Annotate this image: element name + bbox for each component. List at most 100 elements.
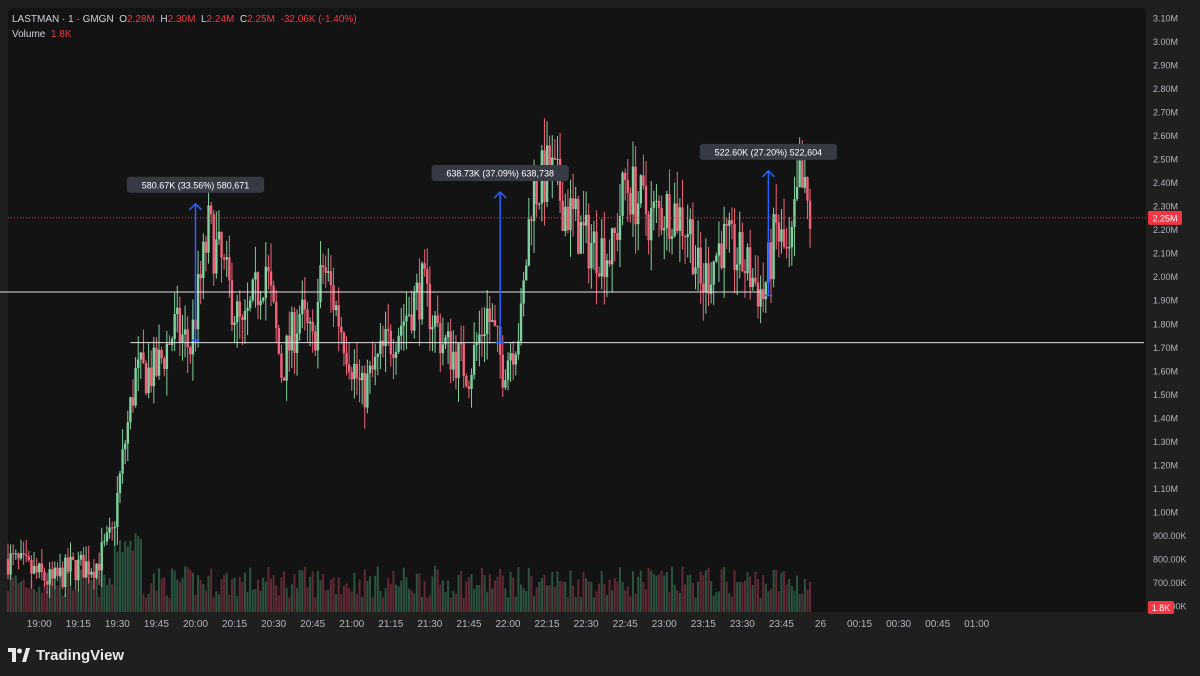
candle-body[interactable] bbox=[785, 246, 788, 249]
candle-body[interactable] bbox=[191, 319, 195, 355]
candle-body[interactable] bbox=[470, 374, 473, 390]
candle-body[interactable] bbox=[652, 201, 656, 208]
candle-body[interactable] bbox=[212, 214, 215, 274]
candle-body[interactable] bbox=[53, 567, 57, 579]
candle-body[interactable] bbox=[340, 326, 343, 333]
candle-body[interactable] bbox=[452, 351, 455, 370]
candle-body[interactable] bbox=[676, 203, 679, 231]
candle-body[interactable] bbox=[186, 329, 189, 348]
candle-body[interactable] bbox=[243, 310, 247, 320]
candle-body[interactable] bbox=[308, 321, 312, 324]
candle-body[interactable] bbox=[311, 321, 314, 332]
candle-body[interactable] bbox=[113, 527, 116, 529]
candle-body[interactable] bbox=[277, 328, 281, 354]
candle-body[interactable] bbox=[321, 265, 325, 268]
candle-body[interactable] bbox=[504, 380, 507, 388]
candle-body[interactable] bbox=[722, 223, 726, 268]
candle-body[interactable] bbox=[413, 292, 416, 331]
candle-body[interactable] bbox=[746, 247, 749, 274]
candle-body[interactable] bbox=[621, 172, 624, 217]
candle-body[interactable] bbox=[394, 351, 398, 358]
candle-body[interactable] bbox=[6, 558, 10, 575]
candle-body[interactable] bbox=[275, 301, 278, 329]
candle-body[interactable] bbox=[400, 325, 403, 336]
candle-body[interactable] bbox=[248, 300, 252, 308]
candle-body[interactable] bbox=[650, 207, 653, 241]
candle-body[interactable] bbox=[571, 198, 575, 209]
candle-body[interactable] bbox=[51, 569, 54, 579]
candle-body[interactable] bbox=[569, 198, 572, 231]
candle-body[interactable] bbox=[301, 299, 304, 315]
candle-body[interactable] bbox=[61, 567, 64, 587]
candle-body[interactable] bbox=[314, 331, 317, 351]
candle-body[interactable] bbox=[256, 272, 260, 306]
candle-body[interactable] bbox=[64, 557, 67, 587]
candle-body[interactable] bbox=[139, 352, 143, 360]
candle-body[interactable] bbox=[282, 377, 286, 381]
candle-body[interactable] bbox=[657, 200, 661, 208]
candle-body[interactable] bbox=[475, 343, 478, 346]
candle-body[interactable] bbox=[506, 360, 510, 381]
candle-body[interactable] bbox=[181, 334, 184, 343]
candle-body[interactable] bbox=[741, 232, 744, 272]
tradingview-logo[interactable]: TradingView bbox=[8, 645, 124, 665]
candle-body[interactable] bbox=[772, 214, 775, 280]
candle-body[interactable] bbox=[694, 267, 697, 275]
candle-body[interactable] bbox=[30, 559, 33, 574]
candle-body[interactable] bbox=[66, 557, 70, 572]
candle-body[interactable] bbox=[462, 343, 465, 377]
candle-body[interactable] bbox=[636, 203, 640, 225]
candle-body[interactable] bbox=[519, 303, 523, 342]
candle-body[interactable] bbox=[137, 359, 140, 368]
candle-body[interactable] bbox=[230, 280, 234, 325]
candle-body[interactable] bbox=[428, 283, 432, 330]
candle-body[interactable] bbox=[707, 263, 710, 294]
candle-body[interactable] bbox=[199, 274, 202, 279]
candle-body[interactable] bbox=[449, 331, 452, 370]
candle-body[interactable] bbox=[241, 316, 244, 320]
candle-body[interactable] bbox=[423, 263, 426, 269]
candle-body[interactable] bbox=[43, 572, 46, 582]
candle-body[interactable] bbox=[246, 307, 249, 311]
candle-body[interactable] bbox=[142, 352, 145, 364]
candle-body[interactable] bbox=[715, 255, 718, 262]
candle-body[interactable] bbox=[38, 563, 41, 573]
candle-body[interactable] bbox=[264, 266, 268, 299]
candle-body[interactable] bbox=[56, 567, 59, 576]
candle-body[interactable] bbox=[808, 200, 812, 229]
candle-body[interactable] bbox=[371, 365, 374, 370]
candle-body[interactable] bbox=[254, 272, 257, 280]
candle-body[interactable] bbox=[717, 243, 721, 256]
candle-body[interactable] bbox=[610, 228, 614, 265]
candle-body[interactable] bbox=[27, 556, 31, 560]
candle-body[interactable] bbox=[806, 176, 809, 201]
candle-body[interactable] bbox=[761, 289, 765, 300]
candle-body[interactable] bbox=[670, 236, 674, 239]
candle-body[interactable] bbox=[738, 232, 741, 265]
candle-body[interactable] bbox=[402, 321, 406, 326]
candle-body[interactable] bbox=[220, 231, 223, 258]
candle-body[interactable] bbox=[618, 216, 622, 240]
candle-body[interactable] bbox=[9, 553, 12, 575]
candle-body[interactable] bbox=[69, 556, 72, 572]
candle-body[interactable] bbox=[525, 265, 528, 281]
candle-body[interactable] bbox=[347, 364, 351, 373]
candle-body[interactable] bbox=[251, 279, 254, 301]
candle-body[interactable] bbox=[228, 257, 231, 281]
candle-body[interactable] bbox=[532, 179, 536, 221]
candle-body[interactable] bbox=[527, 219, 531, 266]
candle-body[interactable] bbox=[639, 175, 643, 204]
candle-body[interactable] bbox=[629, 192, 632, 215]
candle-body[interactable] bbox=[660, 207, 663, 231]
candle-body[interactable] bbox=[663, 228, 666, 231]
candle-body[interactable] bbox=[95, 563, 98, 578]
candle-body[interactable] bbox=[97, 563, 101, 571]
candle-body[interactable] bbox=[350, 372, 353, 380]
candle-body[interactable] bbox=[373, 356, 377, 370]
candle-body[interactable] bbox=[517, 341, 520, 355]
candle-body[interactable] bbox=[233, 322, 236, 325]
candle-body[interactable] bbox=[574, 198, 577, 209]
candle-body[interactable] bbox=[17, 553, 20, 559]
candle-body[interactable] bbox=[84, 561, 88, 578]
candle-body[interactable] bbox=[387, 329, 390, 331]
